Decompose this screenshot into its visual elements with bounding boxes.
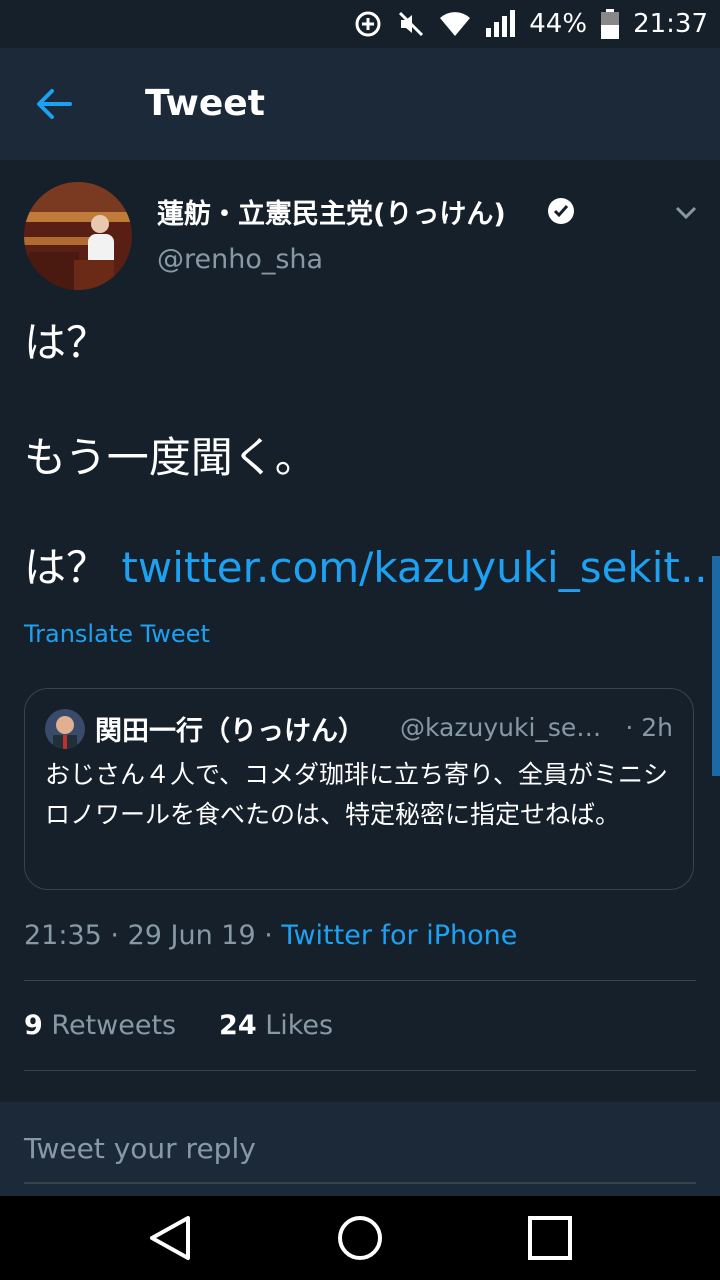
circle-home-icon (338, 1216, 382, 1260)
separator: · (264, 920, 282, 951)
scrollbar-thumb[interactable] (712, 556, 720, 776)
nav-recents-button[interactable] (522, 1210, 578, 1266)
reply-input[interactable]: Tweet your reply (24, 1132, 256, 1165)
system-nav-bar (0, 1196, 720, 1280)
app-bar: Tweet (0, 48, 720, 160)
reply-bar: Tweet your reply (0, 1102, 720, 1196)
divider (24, 980, 696, 981)
tweet-stats: 9 Retweets 24 Likes (24, 1010, 333, 1041)
author-handle[interactable]: @renho_sha (157, 244, 323, 275)
tweet-meta: 21:35 · 29 Jun 19 · Twitter for iPhone (24, 920, 517, 951)
separator: · (110, 920, 128, 951)
quoted-text: おじさん４人で、コメダ珈琲に立ち寄り、全員がミニシロノワールを食べたのは、特定秘… (45, 760, 669, 829)
quoted-tweet[interactable]: 関田一行（りっけん） @kazuyuki_se… · 2h おじさん４人で、コメ… (24, 688, 694, 890)
translate-tweet-link[interactable]: Translate Tweet (24, 620, 210, 648)
tweet-date: 29 Jun 19 (127, 920, 256, 951)
page-title: Tweet (145, 83, 265, 124)
battery-percent: 44% (529, 9, 588, 39)
reply-underline (24, 1182, 696, 1184)
quoted-author-handle: @kazuyuki_se… (400, 713, 602, 742)
back-arrow-icon (37, 89, 72, 119)
author-name[interactable]: 蓮舫・立憲民主党(りっけん) (157, 192, 506, 231)
quoted-timestamp: · 2h (625, 713, 673, 742)
tweet-time: 21:35 (24, 920, 102, 951)
mute-icon (399, 11, 424, 37)
verified-badge-icon (548, 198, 574, 224)
triangle-back-icon (150, 1216, 190, 1260)
avatar[interactable] (24, 182, 132, 290)
likes-count: 24 (219, 1010, 257, 1041)
tweet-text-line-1: は？ (24, 318, 109, 367)
status-bar: 44% 21:37 (0, 0, 720, 48)
retweets-stat[interactable]: 9 Retweets (24, 1010, 176, 1041)
battery-icon (601, 9, 620, 39)
quoted-author-name: 関田一行（りっけん） (95, 716, 365, 747)
likes-stat[interactable]: 24 Likes (219, 1010, 333, 1041)
tweet-text-segment: は？ (24, 543, 109, 592)
avatar-photo (24, 182, 132, 290)
tweet-source-link[interactable]: Twitter for iPhone (281, 920, 517, 951)
nav-back-button[interactable] (142, 1210, 198, 1266)
tweet-detail: 蓮舫・立憲民主党(りっけん) @renho_sha は？ もう一度聞く。 は？ … (0, 160, 720, 1102)
tweet-text-line-3: は？ twitter.com/kazuyuki_sekit… (24, 540, 720, 596)
divider (24, 1070, 696, 1071)
signal-icon (486, 10, 516, 37)
tweet-text-line-2: もう一度聞く。 (24, 433, 317, 482)
status-icons: 44% 21:37 (353, 0, 708, 48)
retweets-label: Retweets (51, 1010, 177, 1041)
tweet-link[interactable]: twitter.com/kazuyuki_sekit… (121, 543, 720, 592)
data-saver-icon (355, 11, 381, 37)
clock: 21:37 (633, 9, 708, 39)
quoted-avatar (45, 709, 85, 749)
back-button[interactable] (24, 78, 84, 130)
retweets-count: 9 (24, 1010, 43, 1041)
chevron-down-icon[interactable] (674, 200, 698, 224)
nav-home-button[interactable] (332, 1210, 388, 1266)
square-recents-icon (528, 1216, 572, 1260)
likes-label: Likes (265, 1010, 334, 1041)
wifi-icon (440, 12, 471, 37)
